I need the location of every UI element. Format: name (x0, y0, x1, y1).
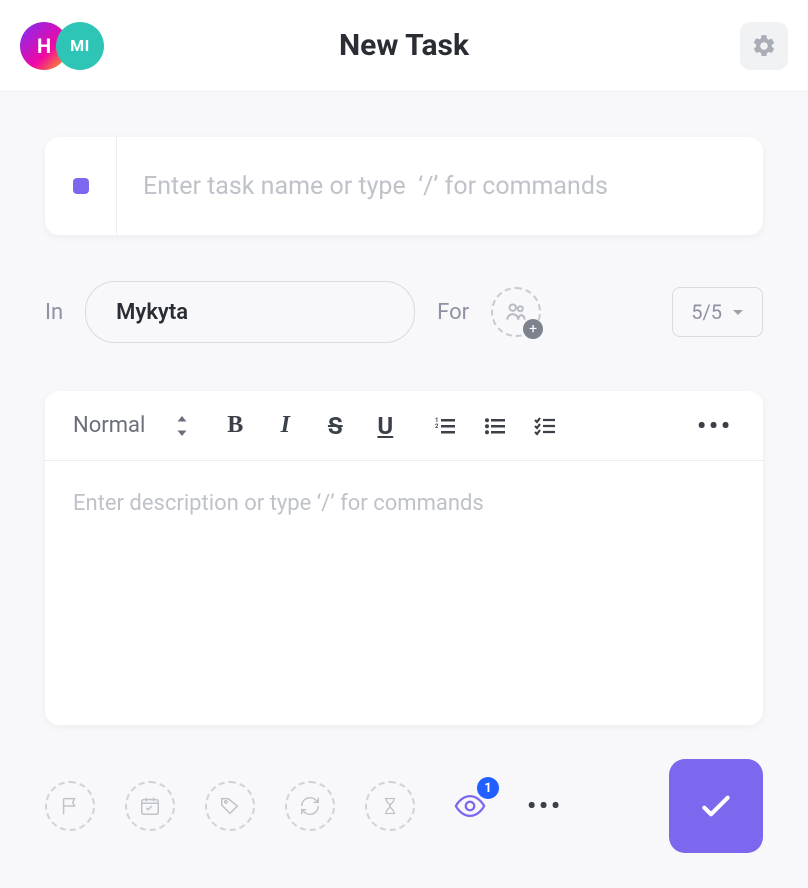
ordered-list-icon: 12 (433, 414, 457, 438)
svg-text:2: 2 (435, 423, 439, 430)
watchers-count-badge: 1 (477, 777, 499, 799)
modal-content: In Mykyta For + 5/5 Normal B I S U (0, 92, 808, 725)
recurring-button[interactable] (285, 781, 335, 831)
more-options-button[interactable]: ••• (525, 781, 565, 831)
bold-button[interactable]: B (221, 412, 249, 440)
bullet-list-button[interactable] (481, 412, 509, 440)
flag-icon (59, 795, 81, 817)
ordered-list-button[interactable]: 12 (431, 412, 459, 440)
dots-icon: ••• (697, 412, 733, 440)
tag-icon (219, 795, 241, 817)
user-avatar[interactable]: MI (56, 22, 104, 70)
plus-icon: + (523, 319, 543, 339)
folder-select[interactable]: Mykyta (85, 281, 415, 343)
text-format-value: Normal (73, 413, 145, 438)
assignee-button[interactable]: + (491, 287, 541, 337)
description-input[interactable] (73, 491, 735, 691)
description-editor: Normal B I S U 12 ••• (45, 391, 763, 725)
toolbar-more-button[interactable]: ••• (695, 412, 735, 440)
checklist-icon (533, 414, 557, 438)
list-group: 12 (431, 412, 559, 440)
hourglass-icon (380, 795, 400, 817)
inline-format-group: B I S U (221, 412, 399, 440)
gear-icon (751, 33, 777, 59)
task-name-card (45, 137, 763, 235)
dots-icon: ••• (527, 792, 563, 820)
watchers-button[interactable]: 1 (445, 781, 495, 831)
modal-header: H MI New Task (0, 0, 808, 92)
footer-actions: 1 ••• (45, 759, 763, 853)
location-row: In Mykyta For + 5/5 (45, 281, 763, 343)
priority-select[interactable]: 5/5 (672, 287, 763, 337)
task-name-input[interactable] (117, 137, 763, 235)
status-indicator-icon (73, 178, 89, 194)
bullet-list-icon (483, 414, 507, 438)
folder-name: Mykyta (116, 300, 188, 325)
status-button[interactable] (45, 137, 117, 235)
check-icon (696, 786, 736, 826)
recurring-icon (299, 795, 321, 817)
calendar-icon (139, 795, 161, 817)
editor-body (45, 461, 763, 725)
avatar-group: H MI (20, 22, 104, 70)
caret-down-icon (732, 306, 744, 318)
sort-icon (175, 416, 189, 436)
time-estimate-button[interactable] (365, 781, 415, 831)
priority-value: 5/5 (691, 300, 722, 324)
strike-button[interactable]: S (321, 412, 349, 440)
due-date-button[interactable] (125, 781, 175, 831)
priority-flag-button[interactable] (45, 781, 95, 831)
create-task-button[interactable] (669, 759, 763, 853)
tags-button[interactable] (205, 781, 255, 831)
italic-button[interactable]: I (271, 412, 299, 440)
in-label: In (45, 300, 63, 325)
editor-toolbar: Normal B I S U 12 ••• (45, 391, 763, 461)
text-format-select[interactable]: Normal (73, 413, 189, 438)
settings-button[interactable] (740, 22, 788, 70)
for-label: For (437, 300, 469, 325)
underline-button[interactable]: U (371, 412, 399, 440)
checklist-button[interactable] (531, 412, 559, 440)
modal-title: New Task (0, 28, 808, 63)
